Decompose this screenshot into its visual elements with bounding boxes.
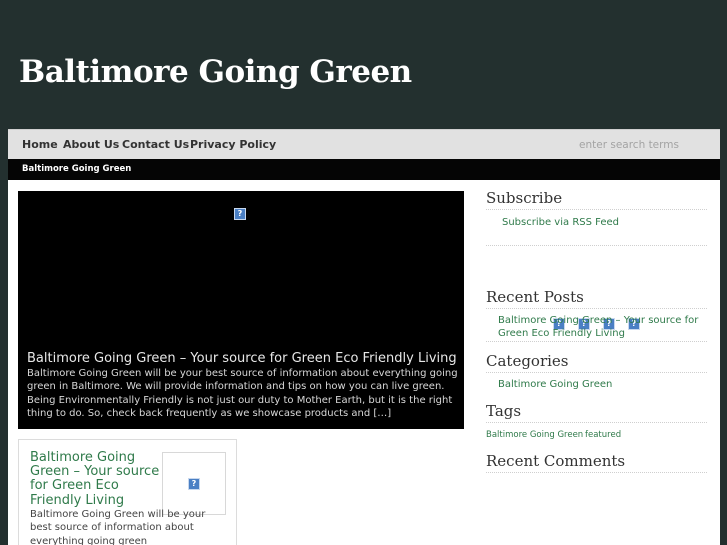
rss-feed-link[interactable]: Subscribe via RSS Feed <box>502 216 619 229</box>
post-title[interactable]: Baltimore Going Green – Your source for … <box>30 450 160 508</box>
post-excerpt: Baltimore Going Green will be your best … <box>30 509 206 545</box>
recent-comments-heading: Recent Comments <box>486 452 707 473</box>
tags-heading: Tags <box>486 402 707 423</box>
divider <box>486 341 707 342</box>
featured-post-title[interactable]: Baltimore Going Green – Your source for … <box>27 351 457 366</box>
nav-item-contact-us[interactable]: Contact Us <box>122 138 189 151</box>
categories-heading: Categories <box>486 352 707 373</box>
nav-item-about-us[interactable]: About Us <box>63 138 119 151</box>
breadcrumb[interactable]: Baltimore Going Green <box>22 164 131 174</box>
featured-post[interactable]: ? Baltimore Going Green – Your source fo… <box>18 191 464 429</box>
tag-link[interactable]: featured <box>585 429 621 442</box>
broken-image-icon: ? <box>234 208 246 220</box>
content-wrapper: Home About Us Contact Us Privacy Policy … <box>8 129 720 545</box>
subscribe-heading: Subscribe <box>486 189 707 210</box>
main-navigation: Home About Us Contact Us Privacy Policy <box>8 129 720 159</box>
nav-item-home[interactable]: Home <box>22 138 58 151</box>
recent-posts-heading: Recent Posts <box>486 288 707 309</box>
nav-item-privacy-policy[interactable]: Privacy Policy <box>190 138 276 151</box>
broken-image-icon: ? <box>188 478 200 490</box>
search-input[interactable] <box>579 135 715 155</box>
recent-post-link[interactable]: Baltimore Going Green – Your source for … <box>498 314 703 341</box>
featured-post-excerpt: Baltimore Going Green will be your best … <box>27 368 458 420</box>
post-card: Baltimore Going Green – Your source for … <box>18 439 237 545</box>
tag-link[interactable]: Baltimore Going Green <box>486 429 583 442</box>
divider <box>486 245 707 246</box>
breadcrumb-bar: Baltimore Going Green <box>8 159 720 180</box>
category-link[interactable]: Baltimore Going Green <box>498 378 612 391</box>
site-title[interactable]: Baltimore Going Green <box>19 54 412 90</box>
post-thumbnail[interactable]: ? <box>162 452 226 515</box>
